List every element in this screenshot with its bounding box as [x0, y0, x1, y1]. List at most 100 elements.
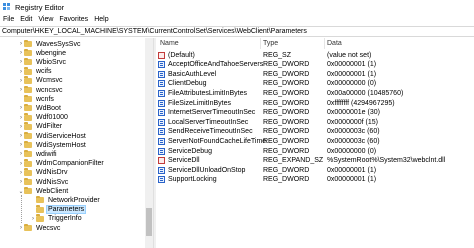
value-row[interactable]: ServiceDllUnloadOnStop REG_DWORD 0x0000000… [156, 165, 474, 175]
value-name-cell[interactable]: AcceptOfficeAndTahoeServers [158, 60, 263, 70]
tree-scrollbar-thumb[interactable] [146, 208, 152, 236]
value-name-cell[interactable]: FileSizeLimitInBytes [158, 98, 231, 108]
tree-node-label[interactable]: wcncsvc [35, 87, 63, 94]
tree-node-label[interactable]: TriggerInfo [47, 215, 83, 222]
column-header-data[interactable]: Data [327, 38, 342, 49]
value-name[interactable]: SendReceiveTimeoutInSec [168, 128, 253, 135]
value-data: 0x00000001 (1) [327, 176, 377, 184]
tree-node-label[interactable]: WdiServiceHost [35, 133, 87, 140]
value-name[interactable]: LocalServerTimeoutInSec [168, 119, 248, 126]
value-name-cell[interactable]: LocalServerTimeoutInSec [158, 117, 248, 127]
folder-icon [24, 76, 32, 84]
value-name[interactable]: BasicAuthLevel [168, 71, 216, 78]
folder-icon [24, 131, 32, 139]
binary-value-icon [158, 80, 165, 88]
value-row[interactable]: LocalServerTimeoutInSec REG_DWORD 0x000000… [156, 117, 474, 127]
binary-value-icon [158, 89, 165, 97]
tree-node-label[interactable]: WebClient [35, 188, 69, 195]
value-row[interactable]: SupportLocking REG_DWORD 0x00000001 (1) [156, 175, 474, 185]
folder-icon [24, 48, 32, 57]
menu-file[interactable]: File [0, 16, 17, 23]
tree-node-label[interactable]: WdBoot [35, 105, 62, 112]
address-path[interactable]: Computer\HKEY_LOCAL_MACHINE\SYSTEM\Curre… [2, 28, 307, 35]
tree-node-label[interactable]: wdiwifi [35, 151, 58, 158]
value-name-cell[interactable]: BasicAuthLevel [158, 69, 216, 79]
value-row[interactable]: ServiceDebug REG_DWORD 0x00000000 (0) [156, 146, 474, 156]
value-name[interactable]: FileSizeLimitInBytes [168, 100, 231, 107]
tree-node-label[interactable]: WdiSystemHost [35, 142, 87, 149]
value-row[interactable]: AcceptOfficeAndTahoeServers REG_DWORD 0x00… [156, 60, 474, 70]
tree-scrollbar[interactable] [145, 38, 153, 248]
tree-node-label[interactable]: Wcmsvc [35, 77, 63, 84]
tree-node-label[interactable]: WavesSysSvc [35, 41, 81, 48]
value-name[interactable]: SupportLocking [168, 176, 217, 183]
menu-help[interactable]: Help [91, 16, 111, 23]
value-name-cell[interactable]: ServiceDllUnloadOnStop [158, 165, 245, 175]
value-name[interactable]: AcceptOfficeAndTahoeServers [168, 61, 263, 68]
value-row[interactable]: ServiceDll REG_EXPAND_SZ %SystemRoot%\Syst… [156, 156, 474, 166]
string-value-icon [158, 157, 165, 165]
tree-node-label[interactable]: WdNisSvc [35, 179, 69, 186]
value-name[interactable]: ServiceDebug [168, 148, 212, 155]
binary-value-icon [158, 176, 165, 184]
value-row[interactable]: (Default) REG_SZ (value not set) [156, 50, 474, 60]
value-row[interactable]: FileAttributesLimitInBytes REG_DWORD 0x00a… [156, 88, 474, 98]
folder-icon [24, 103, 32, 112]
value-name[interactable]: InternetServerTimeoutInSec [168, 109, 255, 116]
address-bar[interactable]: Computer\HKEY_LOCAL_MACHINE\SYSTEM\Curre… [0, 26, 474, 37]
tree-node-label[interactable]: WdNisDrv [35, 169, 69, 176]
value-row[interactable]: SendReceiveTimeoutInSec REG_DWORD 0x000000… [156, 127, 474, 137]
folder-icon [24, 223, 32, 231]
column-header-type[interactable]: Type [263, 38, 278, 49]
menu-edit[interactable]: Edit [17, 16, 35, 23]
tree-node-label[interactable]: WbioSrvc [35, 59, 67, 66]
value-name[interactable]: ServiceDllUnloadOnStop [168, 167, 245, 174]
tree-node-label[interactable]: WdmCompanionFilter [35, 160, 105, 167]
menu-favorites[interactable]: Favorites [56, 16, 91, 23]
tree-node-label[interactable]: wcifs [35, 68, 53, 75]
value-name-cell[interactable]: ServiceDll [158, 156, 200, 166]
folder-icon [24, 94, 32, 103]
tree-node-label[interactable]: NetworkProvider [47, 197, 101, 204]
column-divider[interactable] [260, 38, 261, 49]
value-name[interactable]: ServiceDll [168, 157, 200, 164]
value-name[interactable]: ServerNotFoundCacheLifeTime... [168, 138, 272, 145]
value-data: 0x00000000 (0) [327, 147, 377, 155]
tree-node-label[interactable]: Parameters [45, 205, 87, 215]
value-row[interactable]: ClientDebug REG_DWORD 0x00000000 (0) [156, 79, 474, 89]
value-type: REG_DWORD [263, 80, 310, 88]
value-name-cell[interactable]: ClientDebug [158, 79, 207, 89]
value-type: REG_EXPAND_SZ [263, 157, 324, 165]
values-list[interactable]: Name Type Data (Default) REG_SZ (value not… [156, 38, 474, 248]
value-type: REG_SZ [263, 51, 292, 59]
value-row[interactable]: InternetServerTimeoutInSec REG_DWORD 0x000… [156, 108, 474, 118]
value-name-cell[interactable]: (Default) [158, 50, 195, 60]
value-name[interactable]: ClientDebug [168, 80, 207, 87]
menu-view[interactable]: View [35, 16, 56, 23]
value-name-cell[interactable]: ServiceDebug [158, 146, 212, 156]
binary-value-icon [158, 118, 165, 126]
key-tree[interactable]: › WavesSysSvc › wbengine › WbioSrvc › wcifs › Wcm… [0, 38, 153, 248]
value-name-cell[interactable]: ServerNotFoundCacheLifeTime... [158, 136, 272, 146]
value-row[interactable]: FileSizeLimitInBytes REG_DWORD 0xffffffff … [156, 98, 474, 108]
value-name-cell[interactable]: FileAttributesLimitInBytes [158, 88, 247, 98]
tree-node-label[interactable]: Wecsvc [35, 225, 61, 232]
value-name-cell[interactable]: SendReceiveTimeoutInSec [158, 127, 253, 137]
value-row[interactable]: ServerNotFoundCacheLifeTime... REG_DWORD 0… [156, 136, 474, 146]
column-divider[interactable] [324, 38, 325, 49]
value-name[interactable]: (Default) [168, 52, 195, 59]
tree-connector-line [21, 195, 22, 223]
value-row[interactable]: BasicAuthLevel REG_DWORD 0x00000001 (1) [156, 69, 474, 79]
tree-node-label[interactable]: wcnfs [35, 96, 55, 103]
tree-node-label[interactable]: wbengine [35, 50, 67, 57]
tree-node[interactable]: › Wecsvc [18, 223, 61, 233]
value-data: 0x0000001e (30) [327, 109, 380, 117]
value-name-cell[interactable]: SupportLocking [158, 175, 217, 185]
tree-node-label[interactable]: WdFilter [35, 123, 63, 130]
value-data: 0x00000000 (0) [327, 80, 377, 88]
column-header-name[interactable]: Name [160, 38, 179, 49]
value-type: REG_DWORD [263, 128, 310, 136]
tree-node-label[interactable]: Wdf01000 [35, 114, 69, 121]
value-name-cell[interactable]: InternetServerTimeoutInSec [158, 108, 255, 118]
value-name[interactable]: FileAttributesLimitInBytes [168, 90, 247, 97]
